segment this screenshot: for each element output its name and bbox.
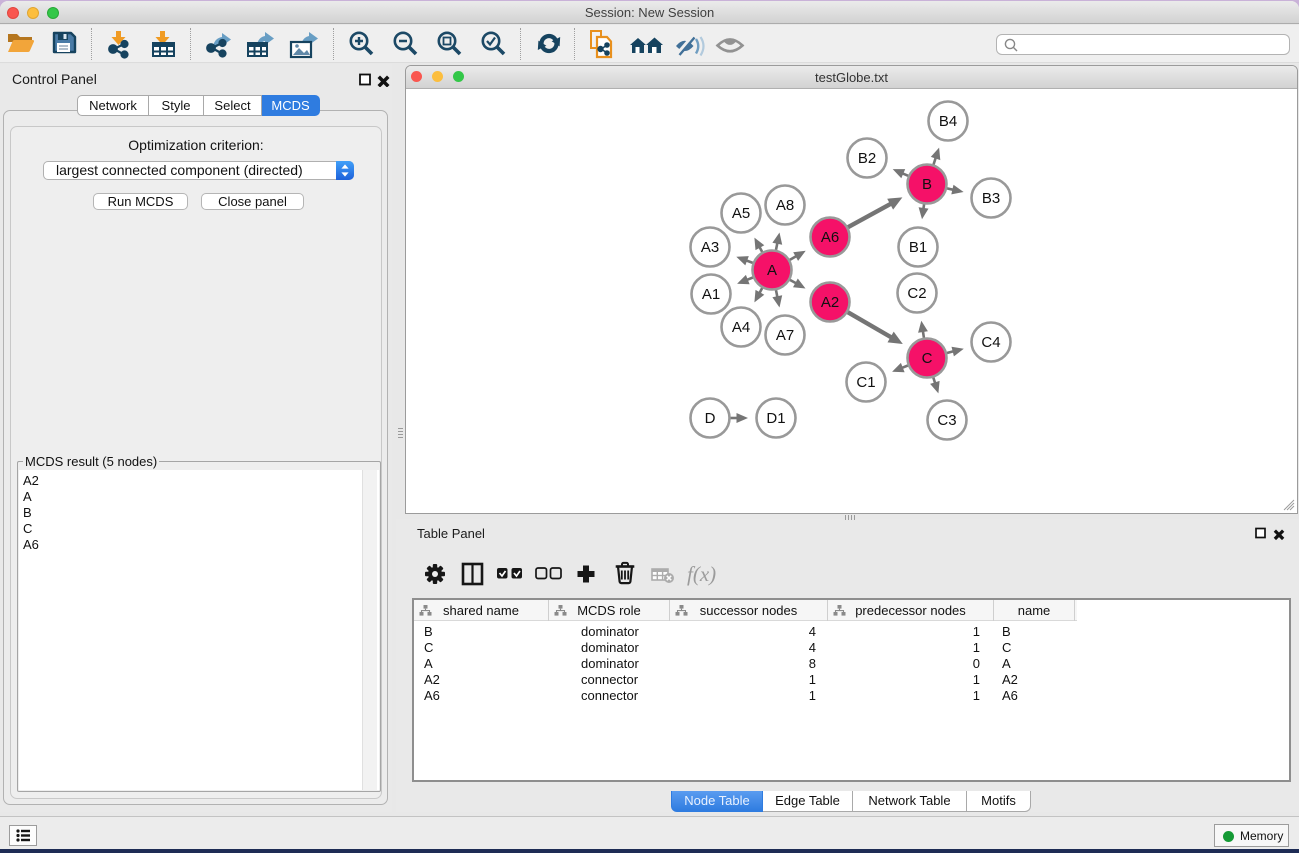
svg-text:A8: A8	[776, 197, 794, 214]
svg-text:B3: B3	[982, 190, 1000, 207]
svg-text:C4: C4	[981, 334, 1000, 351]
svg-text:B: B	[922, 176, 932, 193]
svg-text:C1: C1	[856, 374, 875, 391]
svg-text:A6: A6	[821, 229, 839, 246]
svg-text:A3: A3	[701, 239, 719, 256]
svg-text:A2: A2	[821, 294, 839, 311]
svg-text:f(x): f(x)	[687, 562, 716, 586]
svg-text:A5: A5	[732, 205, 750, 222]
svg-text:D: D	[705, 410, 716, 427]
svg-text:A7: A7	[776, 327, 794, 344]
svg-text:B1: B1	[909, 239, 927, 256]
svg-text:C2: C2	[907, 285, 926, 302]
svg-text:B4: B4	[939, 113, 957, 130]
svg-text:C: C	[922, 350, 933, 367]
svg-text:A1: A1	[702, 286, 720, 303]
svg-text:A: A	[767, 262, 777, 279]
svg-text:A4: A4	[732, 319, 750, 336]
svg-text:B2: B2	[858, 150, 876, 167]
svg-text:D1: D1	[766, 410, 785, 427]
svg-text:C3: C3	[937, 412, 956, 429]
